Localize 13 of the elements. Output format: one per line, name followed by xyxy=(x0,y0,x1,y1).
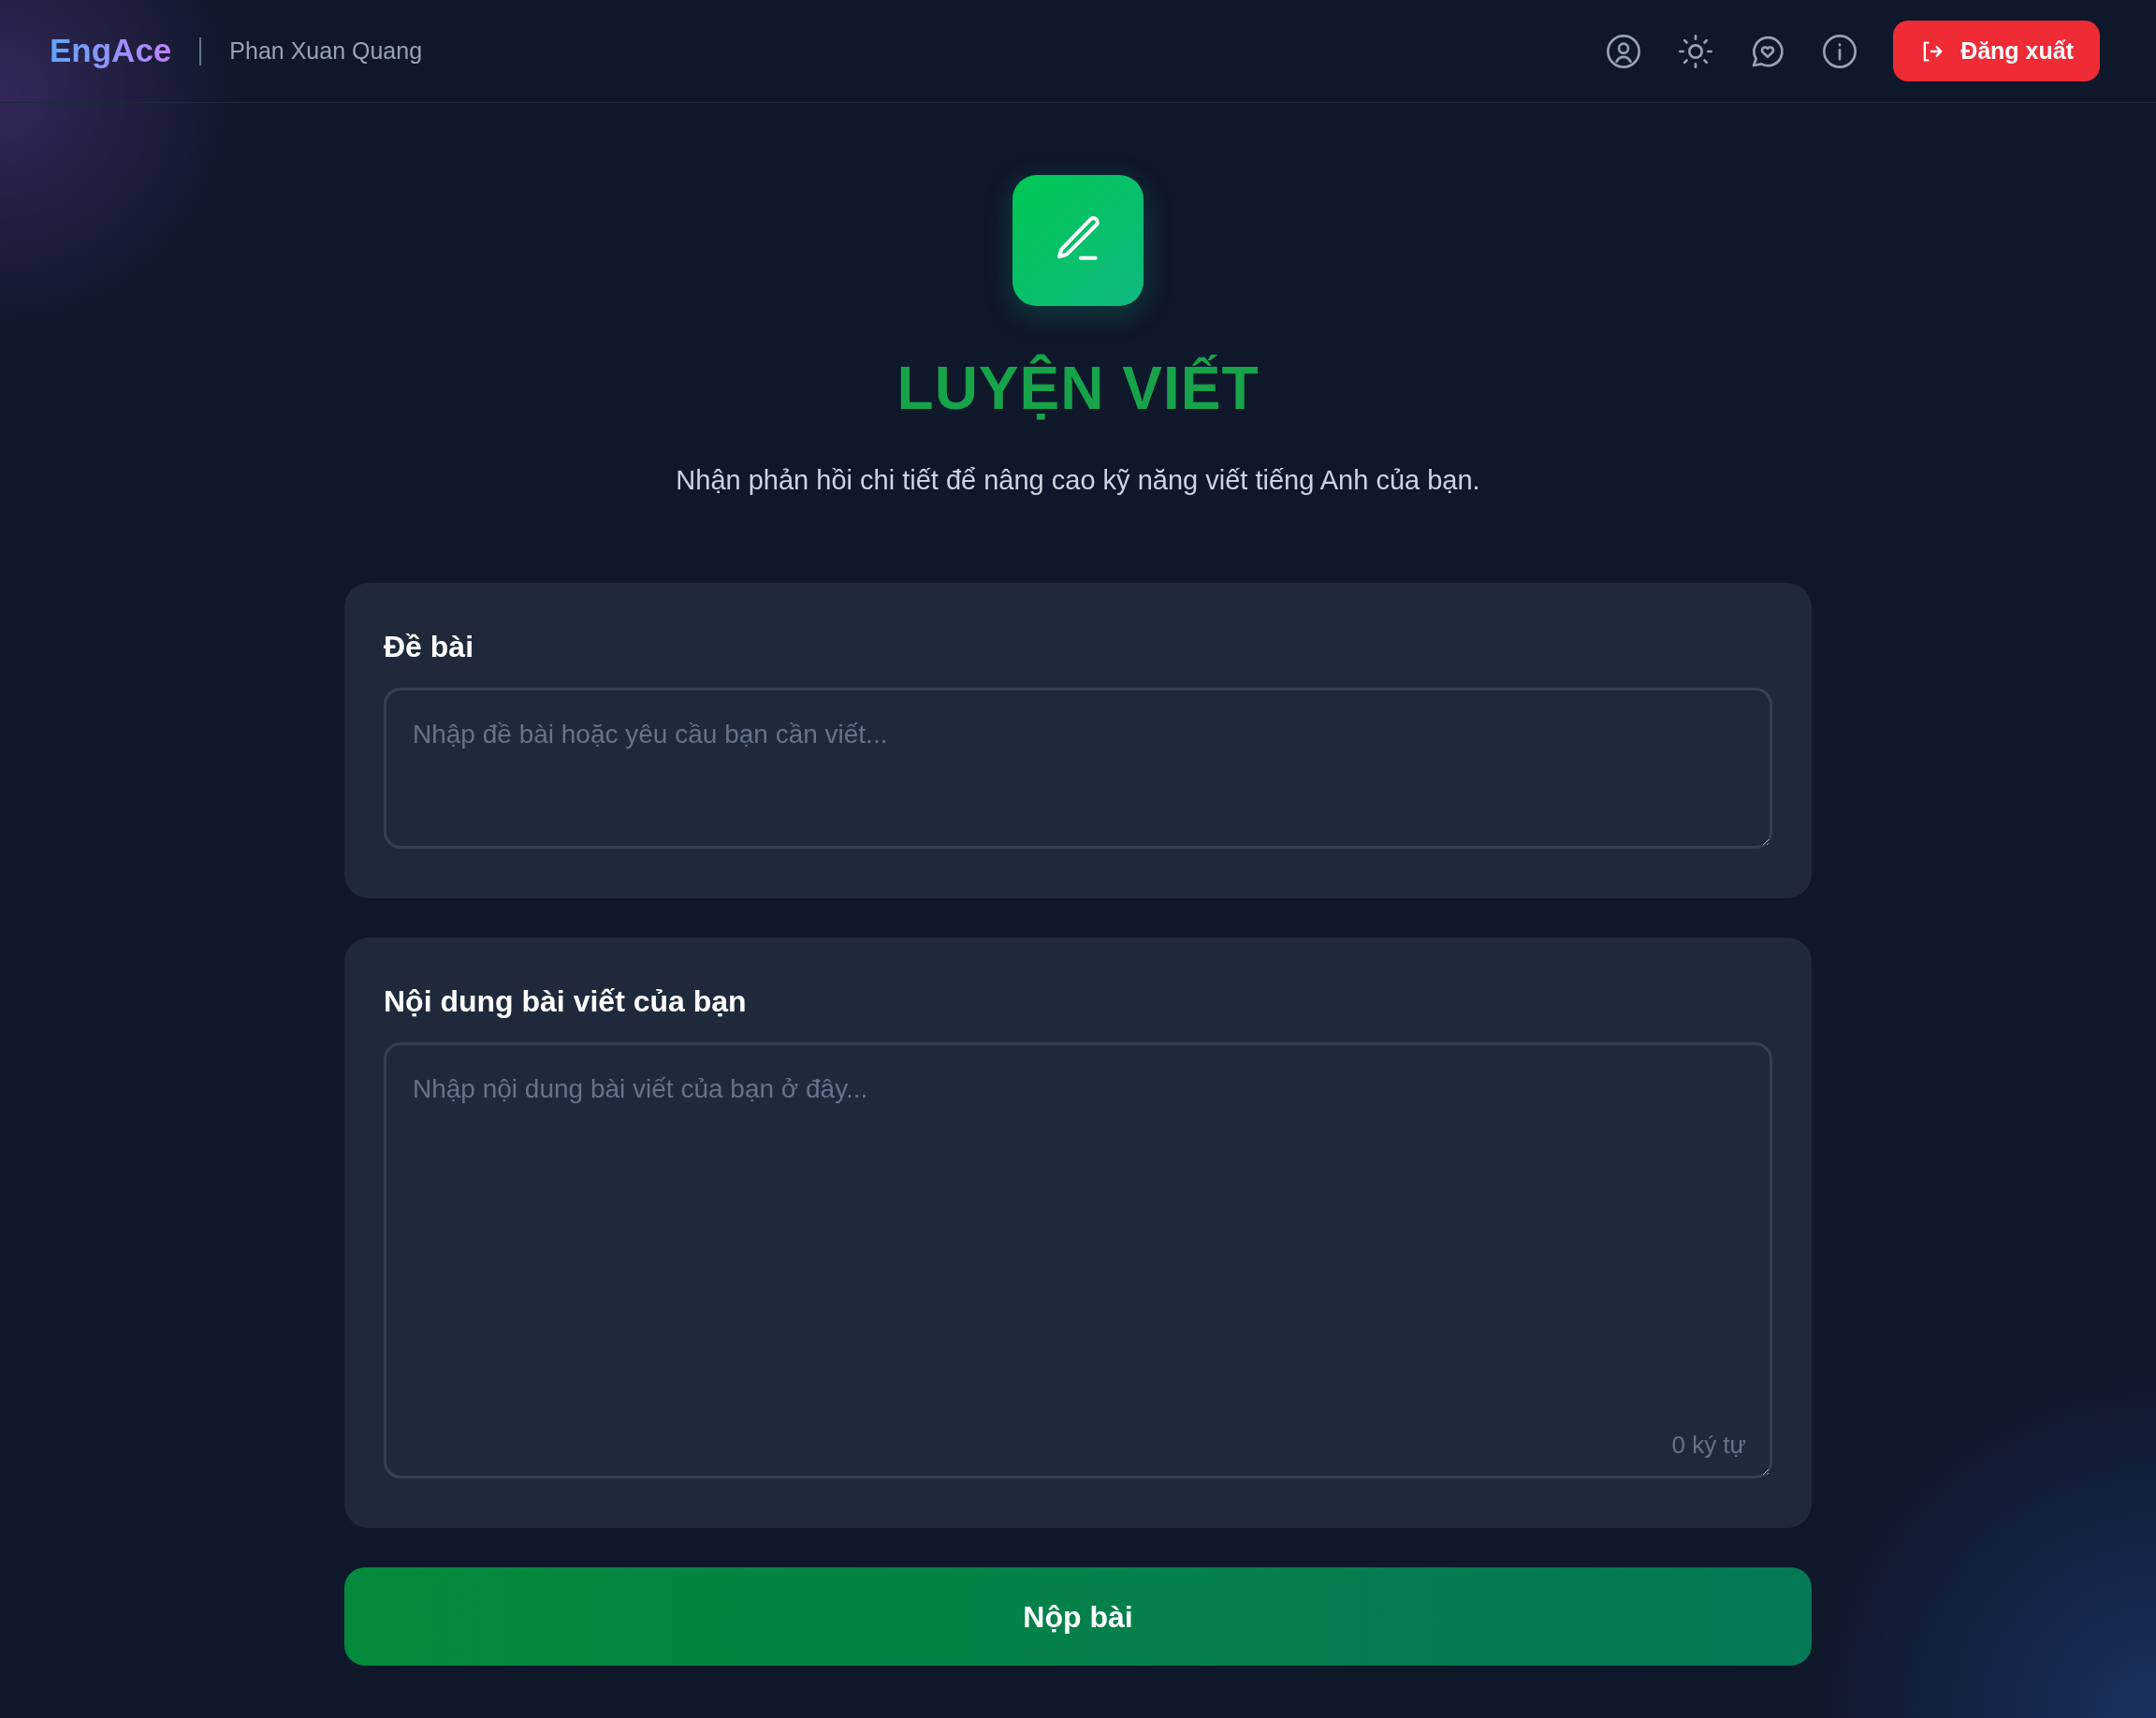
page-title: LUYỆN VIẾT xyxy=(896,353,1260,424)
sun-button[interactable] xyxy=(1677,32,1715,70)
info-button[interactable] xyxy=(1821,32,1859,70)
user-name: Phan Xuan Quang xyxy=(229,36,423,66)
pencil-icon xyxy=(1012,175,1144,306)
field-label: Đề bài xyxy=(384,629,475,666)
user-button[interactable] xyxy=(1605,32,1643,70)
page-subtitle: Nhận phản hồi chi tiết để nâng cao kỹ năng viết tiếng Anh của bạn. xyxy=(676,463,1480,497)
character-count: 0 ký tự xyxy=(1671,1430,1746,1462)
field-label: Nội dung bài viết của bạn xyxy=(384,983,748,1021)
logout-button[interactable]: Đăng xuất xyxy=(1893,20,2100,82)
text-area[interactable]: Nhập đề bài hoặc yêu cầu bạn cần viết... xyxy=(384,688,1772,850)
submit-button[interactable]: Nộp bài xyxy=(344,1567,1812,1667)
